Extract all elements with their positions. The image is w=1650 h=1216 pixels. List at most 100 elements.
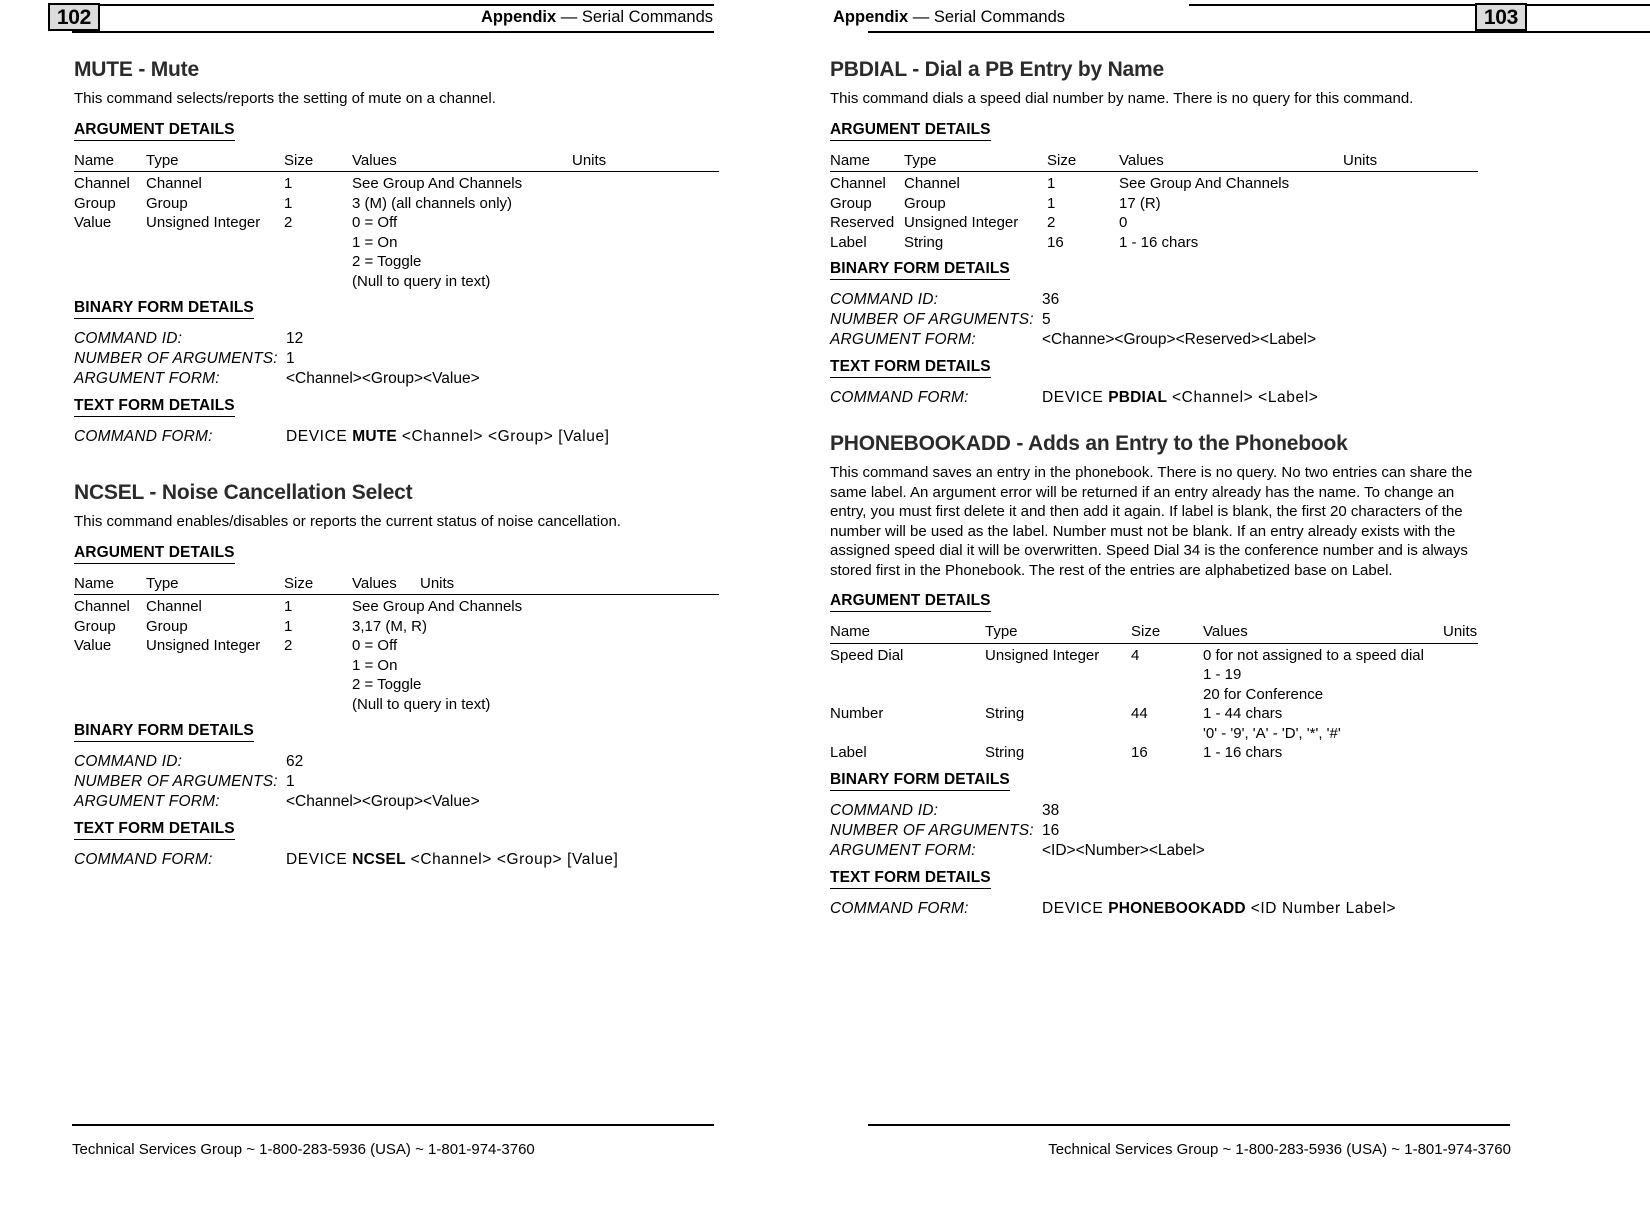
col-header-units: Units — [420, 574, 455, 592]
binary-form-heading-wrap: BINARY FORM DETAILS — [74, 722, 719, 746]
cell-type: Unsigned Integer — [146, 214, 261, 231]
binary-form-row: ARGUMENT FORM: <Channel><Group><Value> — [74, 369, 719, 389]
cell-type: Group — [146, 617, 188, 635]
binary-form-heading-wrap: BINARY FORM DETAILS — [830, 771, 1478, 795]
command-keyword: PBDIAL — [1108, 389, 1168, 406]
argument-details-heading: ARGUMENT DETAILS — [830, 121, 991, 141]
col-header-name: Name — [74, 151, 115, 169]
text-form-row: COMMAND FORM: DEVICE NCSEL <Channel> <Gr… — [74, 850, 719, 870]
binary-form-label: COMMAND ID: — [830, 291, 939, 308]
value-line: 0 = Off — [352, 637, 398, 654]
binary-form-row: NUMBER OF ARGUMENTS: 1 — [74, 349, 719, 369]
argument-details-heading: ARGUMENT DETAILS — [830, 592, 991, 612]
cell-size: 1 — [284, 194, 293, 212]
binary-form-row: NUMBER OF ARGUMENTS: 16 — [830, 821, 1478, 841]
cell-values: 17 (R) — [1119, 194, 1343, 214]
binary-form-list: COMMAND ID: 12 NUMBER OF ARGUMENTS: 1 AR… — [74, 329, 719, 389]
binary-form-label: NUMBER OF ARGUMENTS: — [830, 311, 1034, 328]
binary-form-value: 1 — [286, 773, 295, 790]
text-form-row: COMMAND FORM: DEVICE PHONEBOOKADD <ID Nu… — [830, 899, 1478, 919]
value-line: 0 for not assigned to a speed dial — [1203, 646, 1424, 664]
binary-form-value: 1 — [286, 350, 295, 367]
command-pbdial: PBDIAL - Dial a PB Entry by Name This co… — [830, 58, 1478, 408]
command-prefix: DEVICE — [1042, 389, 1109, 406]
running-head-rule-bottom — [868, 31, 1650, 33]
binary-form-heading-wrap: BINARY FORM DETAILS — [74, 299, 719, 323]
text-form-list: COMMAND FORM: DEVICE PBDIAL <Channel> <L… — [830, 388, 1478, 408]
binary-form-label: ARGUMENT FORM: — [74, 370, 220, 387]
table-row: Channel Channel 1 See Group And Channels — [74, 172, 719, 194]
running-head-rule-top — [1189, 4, 1650, 6]
value-line: 1 - 16 chars — [1203, 744, 1283, 761]
col-header-values: Values — [1119, 151, 1164, 169]
col-header-type: Type — [985, 623, 1018, 640]
table-row: Value Unsigned Integer 2 0 = Off 1 = On … — [74, 213, 719, 291]
cell-values: 3 (M) (all channels only) — [352, 194, 572, 214]
binary-form-value: 62 — [286, 753, 304, 770]
binary-form-row: ARGUMENT FORM: <ID><Number><Label> — [830, 841, 1478, 861]
command-prefix: DEVICE — [286, 428, 353, 445]
cell-name: Value — [74, 637, 112, 654]
col-header-units: Units — [572, 151, 607, 169]
table-row: Group Group 1 3,17 (M, R) — [74, 617, 719, 637]
cell-size: 1 — [284, 175, 293, 192]
cell-name: Channel — [830, 175, 886, 192]
argument-details-heading-wrap: ARGUMENT DETAILS — [74, 544, 719, 568]
cell-type: Unsigned Integer — [146, 637, 261, 654]
binary-form-row: NUMBER OF ARGUMENTS: 5 — [830, 310, 1478, 330]
argument-details-heading-wrap: ARGUMENT DETAILS — [74, 121, 719, 145]
running-head-dash: — — [912, 8, 930, 26]
cell-name: Channel — [74, 598, 130, 615]
text-form-label: COMMAND FORM: — [74, 851, 213, 868]
binary-form-list: COMMAND ID: 38 NUMBER OF ARGUMENTS: 16 A… — [830, 801, 1478, 861]
binary-form-value: 36 — [1042, 291, 1060, 308]
text-form-list: COMMAND FORM: DEVICE MUTE <Channel> <Gro… — [74, 427, 719, 447]
cell-size: 1 — [1047, 175, 1056, 192]
value-line: '0' - '9', 'A' - 'D', '*', '#' — [1203, 724, 1341, 742]
command-title: PBDIAL - Dial a PB Entry by Name — [830, 58, 1164, 81]
cell-values: 0 = Off 1 = On 2 = Toggle (Null to query… — [352, 636, 719, 714]
table-header-row: Name Type Size Values Units — [830, 622, 1478, 643]
value-line: 20 for Conference — [1203, 685, 1324, 703]
binary-form-row: COMMAND ID: 12 — [74, 329, 719, 349]
document-spread: 102 Appendix — Serial Commands MUTE - Mu… — [0, 0, 1650, 1216]
value-line: 1 - 16 chars — [1119, 233, 1199, 251]
binary-form-label: COMMAND ID: — [830, 801, 939, 819]
argument-table: Name Type Size Values Units Speed Dial U… — [830, 622, 1478, 763]
binary-form-row: NUMBER OF ARGUMENTS: 1 — [74, 772, 719, 792]
page-103: Appendix — Serial Commands 103 PBDIAL - … — [825, 0, 1650, 1216]
table-row: Group Group 1 3 (M) (all channels only) — [74, 194, 719, 214]
running-head-text-left: Appendix — Serial Commands — [481, 6, 713, 28]
running-head-dash: — — [560, 8, 578, 26]
command-title: PHONEBOOKADD - Adds an Entry to the Phon… — [830, 432, 1348, 455]
cell-units — [1343, 213, 1478, 233]
value-line: 17 (R) — [1119, 194, 1161, 212]
binary-form-heading-wrap: BINARY FORM DETAILS — [830, 260, 1478, 284]
col-header-type: Type — [146, 574, 179, 592]
cell-type: Group — [146, 194, 188, 212]
cell-type: String — [985, 744, 1025, 761]
table-row: Speed Dial Unsigned Integer 4 0 for not … — [830, 643, 1478, 704]
binary-form-row: ARGUMENT FORM: <Channe><Group><Reserved>… — [830, 330, 1478, 350]
value-line: 2 = Toggle — [352, 676, 422, 693]
running-head-suffix: Serial Commands — [581, 8, 713, 26]
running-head-prefix: Appendix — [481, 8, 557, 26]
text-form-list: COMMAND FORM: DEVICE NCSEL <Channel> <Gr… — [74, 850, 719, 870]
cell-units — [1343, 172, 1478, 194]
cell-type: String — [904, 233, 944, 251]
cell-values: 1 - 16 chars — [1119, 233, 1343, 253]
footer-rule-left — [72, 1124, 714, 1126]
running-head-suffix: Serial Commands — [933, 8, 1065, 26]
command-prefix: DEVICE — [286, 851, 353, 868]
cell-size: 4 — [1131, 646, 1140, 664]
cell-size: 2 — [284, 214, 293, 231]
cell-type: Unsigned Integer — [904, 214, 1019, 231]
value-line: (Null to query in text) — [352, 272, 491, 290]
page-number-103: 103 — [1475, 3, 1527, 31]
command-suffix: <Channel> <Group> [Value] — [405, 851, 619, 868]
argument-table: Name Type Size Values Units Channel Chan… — [74, 151, 719, 292]
running-head-right: Appendix — Serial Commands 103 — [825, 0, 1650, 34]
command-keyword: NCSEL — [352, 851, 406, 868]
running-head-text-right: Appendix — Serial Commands — [833, 6, 1065, 28]
table-row: Group Group 1 17 (R) — [830, 194, 1478, 214]
